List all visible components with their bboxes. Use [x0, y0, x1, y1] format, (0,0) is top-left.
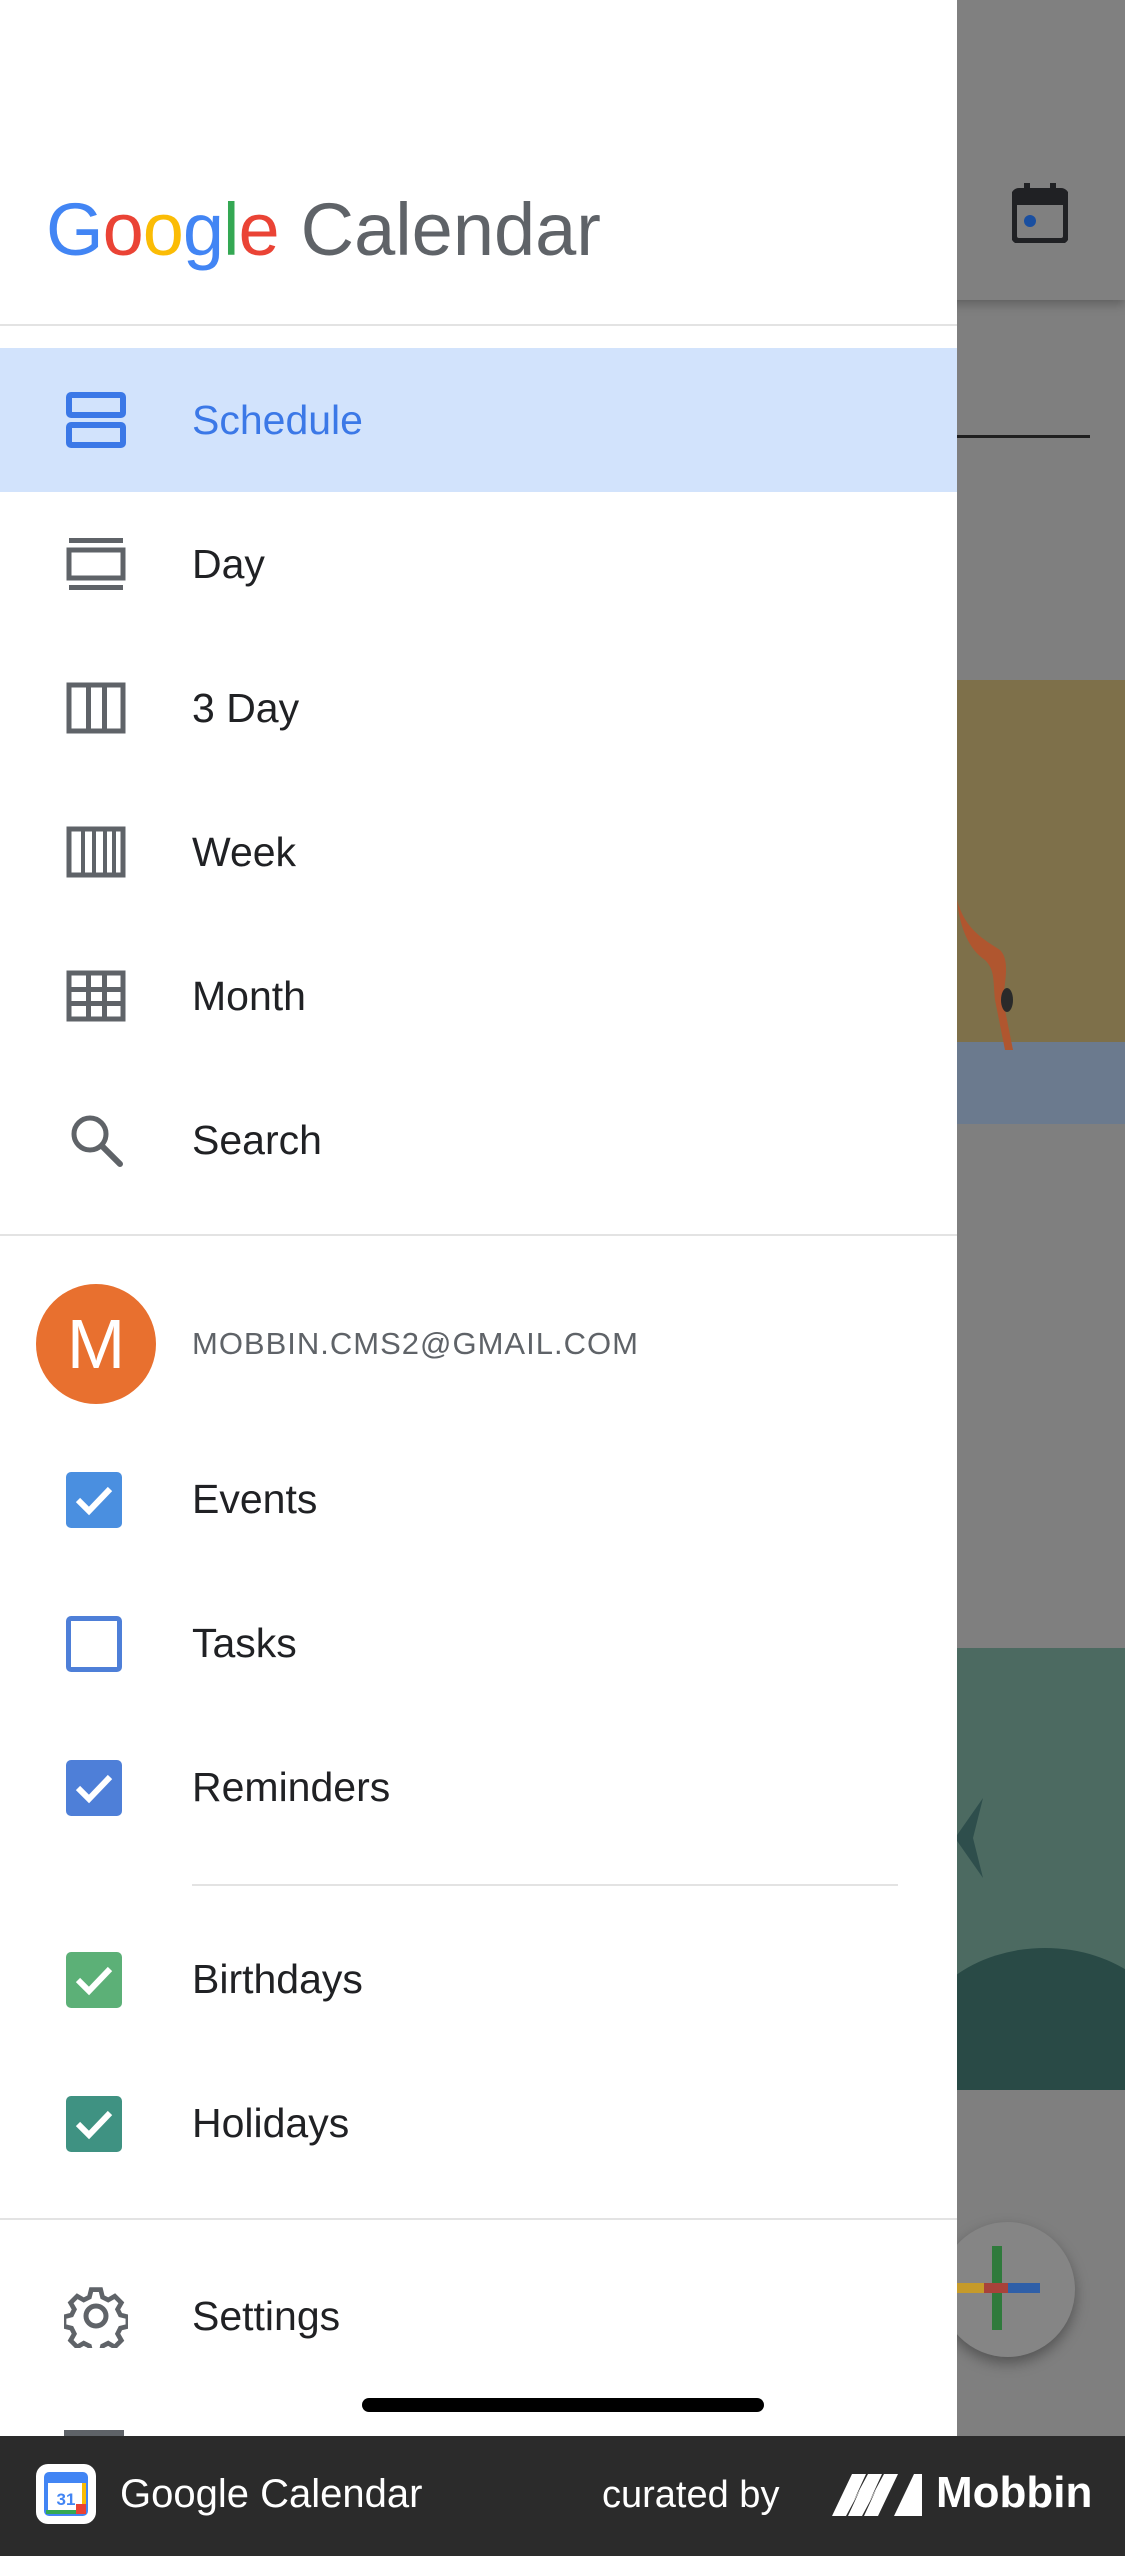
mobbin-brand: Mobbin [936, 2468, 1093, 2517]
google-calendar-app-icon: 31 [36, 2464, 96, 2524]
account-email: MOBBIN.CMS2@GMAIL.COM [192, 1326, 639, 1361]
nav-label-month: Month [192, 972, 306, 1019]
checkmark-icon [75, 1486, 113, 1516]
nav-label-3-day: 3 Day [192, 684, 300, 731]
google-letter: e [238, 188, 279, 271]
nav-label-search: Search [192, 1116, 322, 1163]
google-wordmark: Google [46, 188, 280, 271]
curated-by-label: curated by [602, 2474, 780, 2516]
nav-label-week: Week [192, 828, 297, 875]
checkmark-icon [75, 1966, 113, 1996]
mobbin-logo-icon [832, 2474, 922, 2516]
nav-label-day: Day [192, 540, 265, 587]
calendar-list-divider [192, 1884, 898, 1886]
background-illustration [957, 900, 1013, 1050]
nav-item-day[interactable]: Day [0, 492, 957, 636]
home-indicator[interactable] [362, 2398, 764, 2412]
background-banner-strip [955, 1042, 1125, 1124]
schedule-icon [60, 384, 132, 456]
google-letter: g [182, 188, 224, 271]
nav-label-settings: Settings [192, 2292, 341, 2339]
section-divider [0, 1234, 957, 1236]
background-underline [955, 435, 1090, 438]
calendar-label-holidays: Holidays [192, 2100, 350, 2146]
calendar-label-events: Events [192, 1476, 318, 1522]
nav-item-settings[interactable]: Settings [0, 2244, 957, 2388]
checkmark-icon [75, 2110, 113, 2140]
calendar-label-reminders: Reminders [192, 1764, 391, 1810]
calendar-label-tasks: Tasks [192, 1620, 297, 1666]
google-calendar-logo: Google Calendar [46, 190, 601, 270]
fish-fin-icon [955, 1798, 983, 1878]
nav-label-schedule: Schedule [192, 396, 363, 443]
google-letter: o [102, 188, 144, 271]
calendar-label-birthdays: Birthdays [192, 1956, 363, 2002]
events-checkbox[interactable] [66, 1472, 122, 1528]
account-row[interactable]: M MOBBIN.CMS2@GMAIL.COM [0, 1282, 957, 1406]
calendar-item-events[interactable]: Events [0, 1428, 957, 1572]
three-day-icon [60, 672, 132, 744]
tasks-checkbox[interactable] [66, 1616, 122, 1672]
nav-item-schedule[interactable]: Schedule [0, 348, 957, 492]
google-letter: o [142, 188, 184, 271]
background-banner-sea [955, 1648, 1125, 2090]
avatar: M [36, 1284, 156, 1404]
nav-item-3-day[interactable]: 3 Day [0, 636, 957, 780]
navigation-drawer: Google Calendar Schedule Day 3 Day Week M… [0, 0, 957, 2436]
holidays-checkbox[interactable] [66, 2096, 122, 2152]
calendar-item-birthdays[interactable]: Birthdays [0, 1908, 957, 2052]
svg-text:31: 31 [57, 2490, 76, 2509]
google-letter: G [46, 188, 104, 271]
nav-item-search[interactable]: Search [0, 1068, 957, 1212]
calendar-item-tasks[interactable]: Tasks [0, 1572, 957, 1716]
drawer-header: Google Calendar [0, 0, 957, 326]
month-icon [60, 960, 132, 1032]
today-calendar-icon[interactable] [1012, 183, 1068, 243]
calendar-item-reminders[interactable]: Reminders [0, 1716, 957, 1860]
birthdays-checkbox[interactable] [66, 1952, 122, 2008]
search-icon [60, 1104, 132, 1176]
create-event-fab[interactable] [940, 2222, 1075, 2357]
google-letter: l [223, 188, 239, 271]
footer-app-name: Google Calendar [120, 2472, 423, 2516]
nav-item-month[interactable]: Month [0, 924, 957, 1068]
nav-item-week[interactable]: Week [0, 780, 957, 924]
week-icon [60, 816, 132, 888]
gear-icon [60, 2280, 132, 2352]
checkmark-icon [75, 1774, 113, 1804]
section-divider [0, 2218, 957, 2220]
mobbin-footer: 31 Google Calendar curated by Mobbin [0, 2436, 1125, 2556]
calendar-wordmark: Calendar [300, 188, 601, 271]
day-icon [60, 528, 132, 600]
calendar-item-holidays[interactable]: Holidays [0, 2052, 957, 2196]
reminders-checkbox[interactable] [66, 1760, 122, 1816]
